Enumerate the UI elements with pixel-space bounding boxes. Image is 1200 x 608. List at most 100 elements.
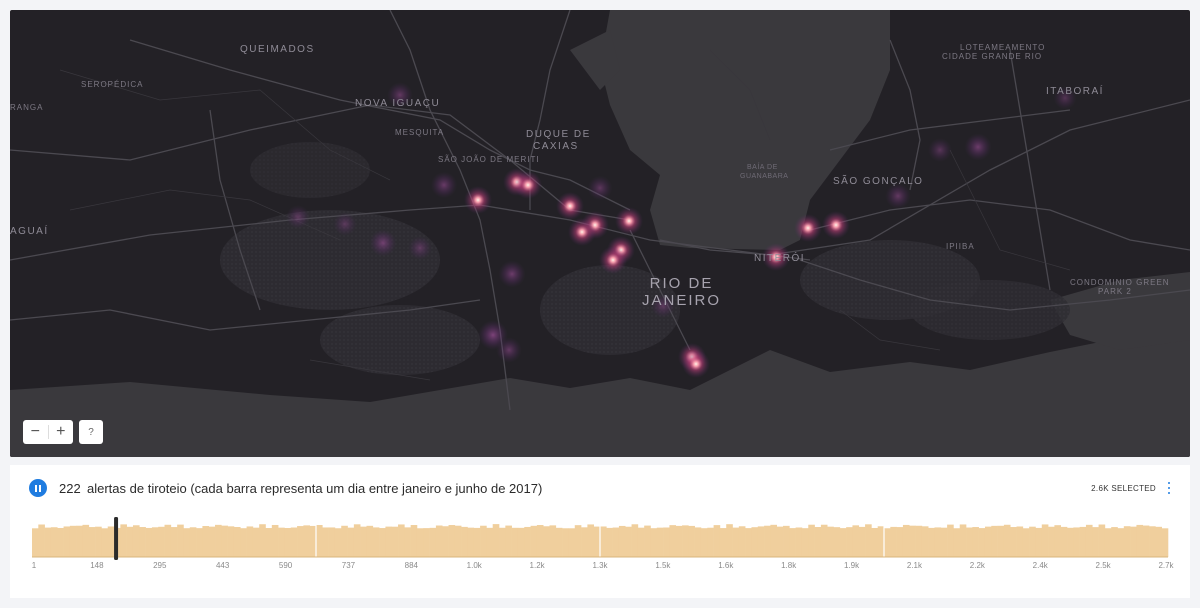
- histogram-bar: [1149, 526, 1156, 557]
- timeline-axis: 1 148 295 443 590 737 884 1.0k 1.2k 1.3k 1.5k 1.6k 1…: [10, 561, 1190, 573]
- histogram-bar: [517, 527, 525, 557]
- help-button[interactable]: ?: [79, 420, 103, 444]
- heatmap-hotspot: [464, 186, 492, 214]
- histogram-bar: [50, 527, 58, 557]
- zoom-out-button[interactable]: −: [23, 420, 48, 444]
- histogram-bar: [126, 526, 134, 557]
- map-label: SÃO GONÇALO: [833, 176, 924, 187]
- axis-tick-label: 2.7k: [1158, 561, 1174, 570]
- histogram-bar: [549, 525, 557, 557]
- histogram-bar: [353, 524, 361, 557]
- histogram-bar: [997, 525, 1005, 557]
- pause-icon-bar: [39, 484, 41, 492]
- map-label: SÃO JOÃO DE MERITI: [438, 155, 540, 164]
- histogram-bar: [738, 526, 746, 557]
- histogram-bar: [265, 528, 273, 557]
- timeline-description: alertas de tiroteio (cada barra represen…: [87, 481, 543, 496]
- histogram-bar: [341, 525, 348, 557]
- histogram-bar: [227, 526, 235, 557]
- axis-tick-label: 737: [341, 561, 356, 570]
- map-label: MESQUITA: [395, 128, 445, 137]
- histogram-bar: [158, 526, 165, 557]
- heatmap-hotspot: [496, 337, 522, 363]
- histogram-bar: [915, 525, 923, 557]
- histogram-bar: [139, 527, 146, 557]
- heatmap-hotspot: [286, 205, 310, 229]
- histogram-bar: [587, 524, 594, 557]
- histogram-bar: [170, 527, 178, 557]
- map-label: Baía de: [747, 164, 778, 171]
- axis-tick-label: 2.5k: [1095, 561, 1111, 570]
- timeline-histogram[interactable]: [10, 515, 1190, 561]
- histogram-bar: [618, 525, 626, 557]
- histogram-bar: [1010, 527, 1017, 557]
- heatmap-hotspot: [369, 229, 397, 257]
- more-options-icon[interactable]: [1166, 482, 1172, 494]
- histogram-bar: [568, 528, 576, 557]
- playhead-handle[interactable]: [114, 517, 119, 560]
- histogram-bar: [82, 524, 90, 557]
- histogram-bar: [536, 525, 544, 557]
- histogram-bar: [499, 527, 506, 557]
- histogram-bar: [682, 525, 689, 557]
- histogram-bar: [865, 524, 872, 557]
- histogram-bar: [1022, 528, 1030, 557]
- histogram-bar: [303, 525, 310, 557]
- map-label: PARK 2: [1098, 287, 1132, 296]
- histogram-bar: [63, 526, 71, 557]
- histogram-bar: [839, 528, 847, 557]
- histogram-bar: [959, 524, 967, 557]
- pause-button[interactable]: [29, 479, 47, 497]
- histogram-bar: [713, 525, 721, 557]
- heatmap-hotspot: [615, 207, 643, 235]
- timeline-panel: 222 alertas de tiroteio (cada barra repr…: [10, 465, 1190, 598]
- histogram-bar: [183, 528, 191, 557]
- histogram-bar: [637, 527, 645, 557]
- histogram-bar: [120, 524, 127, 557]
- histogram-bar: [334, 528, 342, 557]
- pause-icon: [35, 484, 37, 492]
- histogram-bar: [1142, 525, 1150, 557]
- map-label: CAXIAS: [533, 141, 579, 152]
- heatmap-hotspot: [587, 175, 613, 201]
- histogram-bar: [284, 528, 292, 557]
- heatmap-hotspot: [822, 211, 850, 239]
- histogram-bar: [1067, 527, 1074, 557]
- histogram-bar: [208, 526, 216, 557]
- histogram-bar: [719, 528, 727, 557]
- heatmap-hotspot: [498, 260, 526, 288]
- histogram-bar: [360, 526, 367, 557]
- histogram-bar: [991, 525, 998, 557]
- map-label: IPIIBA: [946, 242, 975, 251]
- histogram-bar: [833, 527, 841, 557]
- histogram-bar: [663, 527, 670, 557]
- heatmap-hotspot: [885, 183, 911, 209]
- histogram-bar: [1035, 527, 1043, 557]
- histogram-bar: [1104, 528, 1112, 557]
- histogram-bar: [783, 525, 790, 557]
- histogram-bar: [940, 527, 948, 557]
- axis-tick-label: 2.1k: [906, 561, 922, 570]
- histogram-bar: [814, 527, 822, 557]
- axis-tick-label: 1.5k: [655, 561, 671, 570]
- map-label: LOTEAMEAMENTO: [960, 43, 1046, 52]
- histogram-bar: [69, 525, 77, 557]
- guanabara-bay: [600, 10, 890, 250]
- axis-tick-label: 1.2k: [529, 561, 545, 570]
- histogram-bar: [57, 527, 64, 557]
- histogram-bar: [675, 525, 683, 557]
- histogram-bar: [480, 525, 487, 557]
- map-canvas[interactable]: [10, 10, 1190, 457]
- zoom-in-button[interactable]: +: [49, 420, 74, 444]
- histogram-bar: [707, 527, 714, 557]
- heatmap-hotspot: [408, 236, 432, 260]
- histogram-bar: [196, 528, 203, 557]
- histogram-bar: [278, 527, 285, 557]
- map-view[interactable]: QUEIMADOS SEROPÉDICA RANGA NOVA IGUAÇU MESQU…: [10, 10, 1190, 457]
- heatmap-hotspot: [430, 171, 458, 199]
- heatmap-hotspot: [556, 192, 584, 220]
- histogram-bar: [1060, 526, 1068, 557]
- axis-tick-label: 2.4k: [1032, 561, 1048, 570]
- histogram-bar: [984, 526, 992, 557]
- histogram-bar: [574, 525, 582, 557]
